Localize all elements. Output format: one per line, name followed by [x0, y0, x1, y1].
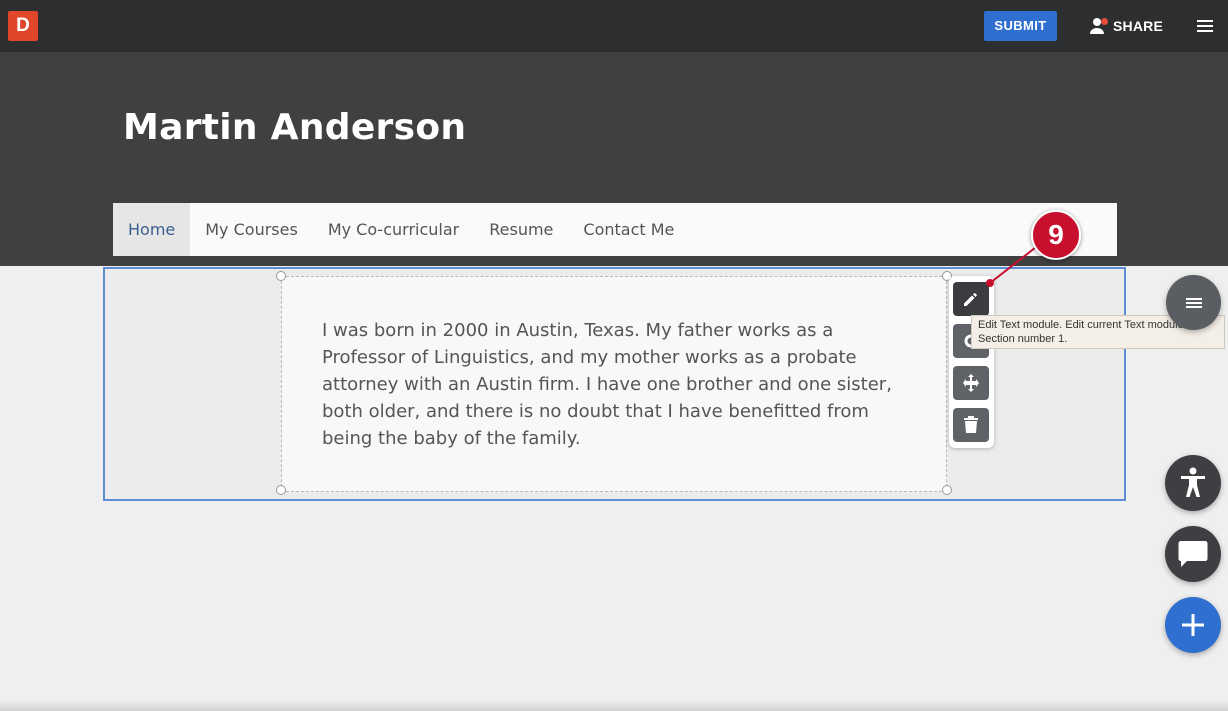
plus-icon	[1182, 614, 1204, 636]
chat-button[interactable]	[1165, 526, 1221, 582]
chat-icon	[1178, 541, 1208, 567]
edit-button[interactable]	[953, 282, 989, 316]
share-button[interactable]: SHARE	[1089, 14, 1163, 38]
share-label: SHARE	[1113, 18, 1164, 34]
hamburger-menu-icon[interactable]	[1196, 17, 1214, 35]
nav-item-my-courses[interactable]: My Courses	[190, 203, 313, 256]
add-module-button[interactable]	[1165, 597, 1221, 653]
app-logo[interactable]: D	[8, 11, 38, 41]
text-module-content[interactable]: I was born in 2000 in Austin, Texas. My …	[322, 317, 902, 452]
site-title: Martin Anderson	[123, 107, 467, 148]
person-icon	[1089, 17, 1108, 35]
resize-handle-top-left[interactable]	[276, 271, 286, 281]
top-bar: D SUBMIT SHARE	[0, 0, 1228, 52]
nav-item-contact-me[interactable]: Contact Me	[568, 203, 689, 256]
nav-item-my-co-curricular[interactable]: My Co-curricular	[313, 203, 474, 256]
section-menu-button[interactable]	[1166, 275, 1221, 330]
trash-icon	[964, 416, 978, 433]
accessibility-icon	[1181, 467, 1205, 497]
resize-handle-bottom-left[interactable]	[276, 485, 286, 495]
bottom-edge-shadow	[0, 700, 1228, 711]
notification-dot	[1101, 18, 1108, 25]
resize-handle-bottom-right[interactable]	[942, 485, 952, 495]
nav-item-resume[interactable]: Resume	[474, 203, 568, 256]
submit-button[interactable]: SUBMIT	[984, 11, 1057, 41]
pencil-icon	[964, 293, 977, 306]
accessibility-button[interactable]	[1165, 455, 1221, 511]
move-button[interactable]	[953, 366, 989, 400]
step-callout-badge: 9	[1031, 210, 1081, 260]
move-icon	[963, 374, 979, 392]
delete-button[interactable]	[953, 408, 989, 442]
nav-item-home[interactable]: Home	[113, 203, 191, 256]
text-module[interactable]: I was born in 2000 in Austin, Texas. My …	[281, 276, 947, 492]
site-nav: Home My Courses My Co-curricular Resume …	[113, 203, 1117, 256]
module-toolbar	[949, 276, 994, 448]
hamburger-menu-icon	[1185, 297, 1202, 308]
